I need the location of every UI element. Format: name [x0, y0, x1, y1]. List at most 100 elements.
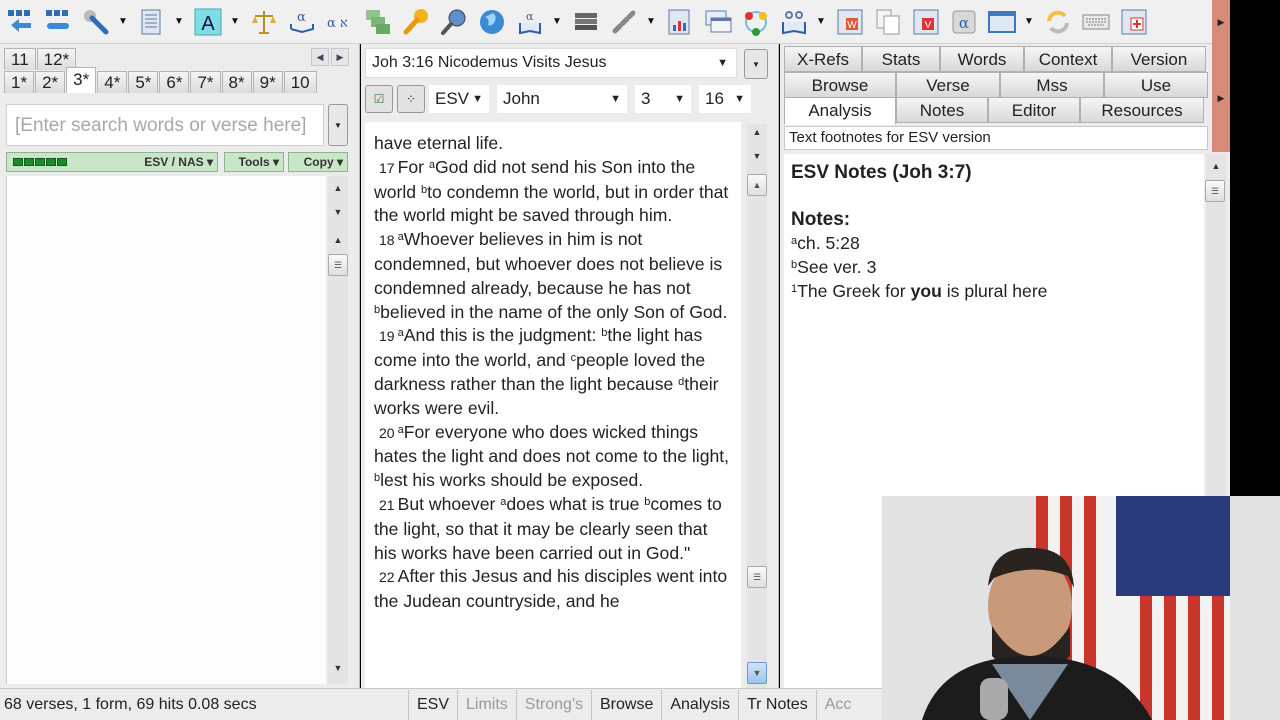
scroll-up-button[interactable]: ▲ — [747, 124, 767, 140]
scroll-thumb[interactable]: ☰ — [1205, 180, 1225, 202]
refresh-button[interactable] — [1040, 4, 1076, 40]
status-limits-button[interactable]: Limits — [457, 689, 516, 720]
search-results-list[interactable] — [6, 176, 326, 684]
reference-history-button[interactable]: ▼ — [744, 49, 768, 79]
status-browse-button[interactable]: Browse — [591, 689, 661, 720]
tab-use[interactable]: Use — [1104, 72, 1208, 98]
alpha-key-button[interactable]: α — [946, 4, 982, 40]
footnote-marker[interactable]: b — [421, 184, 427, 196]
status-acc-button[interactable]: Acc — [815, 689, 860, 720]
tabs-scroll-right[interactable]: ▶ — [1212, 44, 1230, 152]
scroll-page-up-button[interactable]: ▲ — [747, 174, 767, 196]
verse[interactable]: 21 But whoever adoes what is true bcomes … — [374, 493, 733, 565]
keyboard-button[interactable] — [1078, 4, 1114, 40]
search-tab[interactable]: 3* — [66, 67, 97, 93]
tools-button[interactable] — [78, 4, 114, 40]
footnote-marker[interactable]: a — [398, 327, 404, 339]
search-tab[interactable]: 7* — [190, 71, 221, 93]
tab-version[interactable]: Version — [1112, 46, 1206, 72]
scroll-down-small-button[interactable]: ▼ — [328, 204, 348, 220]
windows-button[interactable] — [700, 4, 736, 40]
search-tab[interactable]: 5* — [128, 71, 159, 93]
verse-list-button[interactable]: V — [908, 4, 944, 40]
search-tab[interactable]: 9* — [252, 71, 283, 93]
passage-text[interactable]: have eternal life. 17 For aGod did not sen… — [365, 122, 741, 688]
tab-verse[interactable]: Verse — [896, 72, 1000, 98]
font-dropdown-arrow[interactable]: ▼ — [228, 4, 242, 40]
footnote-marker[interactable]: a — [500, 496, 506, 508]
cycle-button[interactable] — [738, 4, 774, 40]
footnote-marker[interactable]: c — [571, 352, 577, 364]
scroll-down-small-button[interactable]: ▼ — [747, 148, 767, 164]
chart-button[interactable] — [662, 4, 698, 40]
alpha-book-button[interactable]: α — [284, 4, 320, 40]
footnote-marker[interactable]: b — [374, 304, 380, 316]
search-tab[interactable]: 4* — [97, 71, 128, 93]
tools-menu-button[interactable]: Tools ▾ — [224, 152, 284, 172]
font-button[interactable]: A — [190, 4, 226, 40]
verse[interactable]: 20 aFor everyone who does wicked things h… — [374, 421, 733, 493]
tab-scroll-right-button[interactable]: ▶ — [331, 48, 349, 66]
balance-button[interactable] — [246, 4, 282, 40]
footnote-marker[interactable]: a — [398, 424, 404, 436]
search-input[interactable]: [Enter search words or verse here] — [6, 104, 324, 146]
tab-mss[interactable]: Mss — [1000, 72, 1104, 98]
book-select[interactable]: John ▼ — [497, 85, 627, 113]
link-dropdown-arrow[interactable]: ▼ — [644, 4, 658, 40]
verse[interactable]: 22 After this Jesus and his disciples wen… — [374, 565, 733, 614]
tab-context[interactable]: Context — [1024, 46, 1112, 72]
tab-editor[interactable]: Editor — [988, 97, 1080, 123]
scroll-page-up-button[interactable]: ▲ — [328, 232, 348, 248]
window-dropdown-arrow[interactable]: ▼ — [1022, 4, 1036, 40]
footnote-marker[interactable]: b — [374, 472, 380, 484]
alpha-lexicon-button[interactable]: α — [512, 4, 548, 40]
scroll-up-button[interactable]: ▲ — [328, 180, 348, 196]
status-strongs-button[interactable]: Strong's — [515, 689, 591, 720]
add-note-button[interactable] — [1116, 4, 1152, 40]
status-esv-button[interactable]: ESV — [408, 689, 457, 720]
status-trnotes-button[interactable]: Tr Notes — [737, 689, 816, 720]
search-tab[interactable]: 8* — [221, 71, 252, 93]
search-tab[interactable]: 11 — [4, 48, 36, 70]
tab-notes[interactable]: Notes — [896, 97, 988, 123]
strongs-toggle-button[interactable]: ⁘ — [397, 85, 425, 113]
verse[interactable]: 18 aWhoever believes in him is not condem… — [374, 228, 733, 324]
copy-text-button[interactable] — [2, 4, 38, 40]
search-tab[interactable]: 10 — [283, 71, 317, 93]
reading-glasses-button[interactable] — [776, 4, 812, 40]
verse[interactable]: have eternal life. — [374, 132, 733, 156]
footnote-marker[interactable]: a — [398, 231, 404, 243]
verse-select[interactable]: 16 ▼ — [699, 85, 751, 113]
multi-lexicon-button[interactable] — [360, 4, 396, 40]
scroll-down-button[interactable]: ▼ — [328, 660, 348, 676]
lexicon-dropdown-arrow[interactable]: ▼ — [550, 4, 564, 40]
document-button[interactable] — [134, 4, 170, 40]
tab-browse[interactable]: Browse — [784, 72, 896, 98]
link-button[interactable] — [606, 4, 642, 40]
version-selector[interactable]: ESV / NAS ▾ — [6, 152, 218, 172]
tools-dropdown-arrow[interactable]: ▼ — [116, 4, 130, 40]
scroll-up-button[interactable]: ▲ — [1206, 158, 1226, 174]
books-button[interactable] — [568, 4, 604, 40]
footnote-marker[interactable]: d — [678, 376, 684, 388]
scroll-thumb[interactable]: ☰ — [328, 254, 348, 276]
tab-xrefs[interactable]: X-Refs — [784, 46, 862, 72]
search-tab[interactable]: 1* — [4, 71, 35, 93]
note-item[interactable]: bSee ver. 3 — [791, 255, 1197, 279]
tab-stats[interactable]: Stats — [862, 46, 940, 72]
key-button[interactable] — [398, 4, 434, 40]
scroll-thumb[interactable]: ☰ — [747, 566, 767, 588]
footnote-marker[interactable]: a — [429, 159, 435, 171]
note-item[interactable]: 1The Greek for you is plural here — [791, 279, 1197, 303]
toolbar-scroll-right[interactable]: ▶ — [1212, 0, 1230, 44]
tab-words[interactable]: Words — [940, 46, 1024, 72]
pages-button[interactable] — [870, 4, 906, 40]
footnote-marker[interactable]: b — [644, 496, 650, 508]
status-analysis-button[interactable]: Analysis — [661, 689, 738, 720]
chapter-select[interactable]: 3 ▼ — [635, 85, 691, 113]
search-tab[interactable]: 2* — [35, 71, 66, 93]
reference-selector[interactable]: Joh 3:16 Nicodemus Visits Jesus ▼ — [365, 48, 737, 78]
note-item[interactable]: ach. 5:28 — [791, 231, 1197, 255]
parallel-view-button[interactable]: ☑ — [365, 85, 393, 113]
document-dropdown-arrow[interactable]: ▼ — [172, 4, 186, 40]
